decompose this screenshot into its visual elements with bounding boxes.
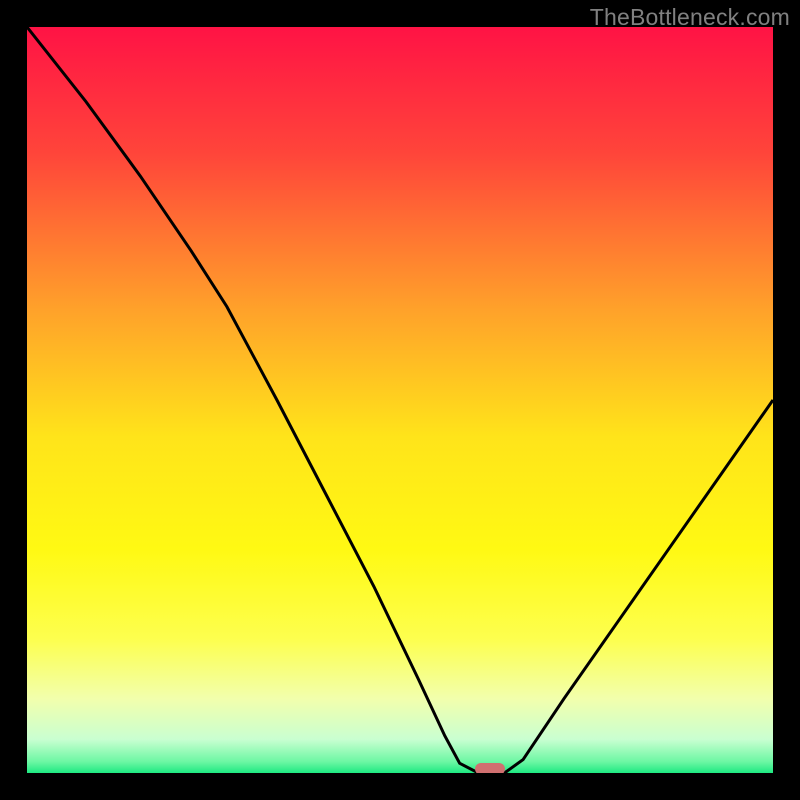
plot-area [27, 27, 773, 773]
watermark-text: TheBottleneck.com [590, 4, 790, 31]
bottleneck-curve [27, 27, 773, 773]
optimal-marker [475, 763, 505, 773]
